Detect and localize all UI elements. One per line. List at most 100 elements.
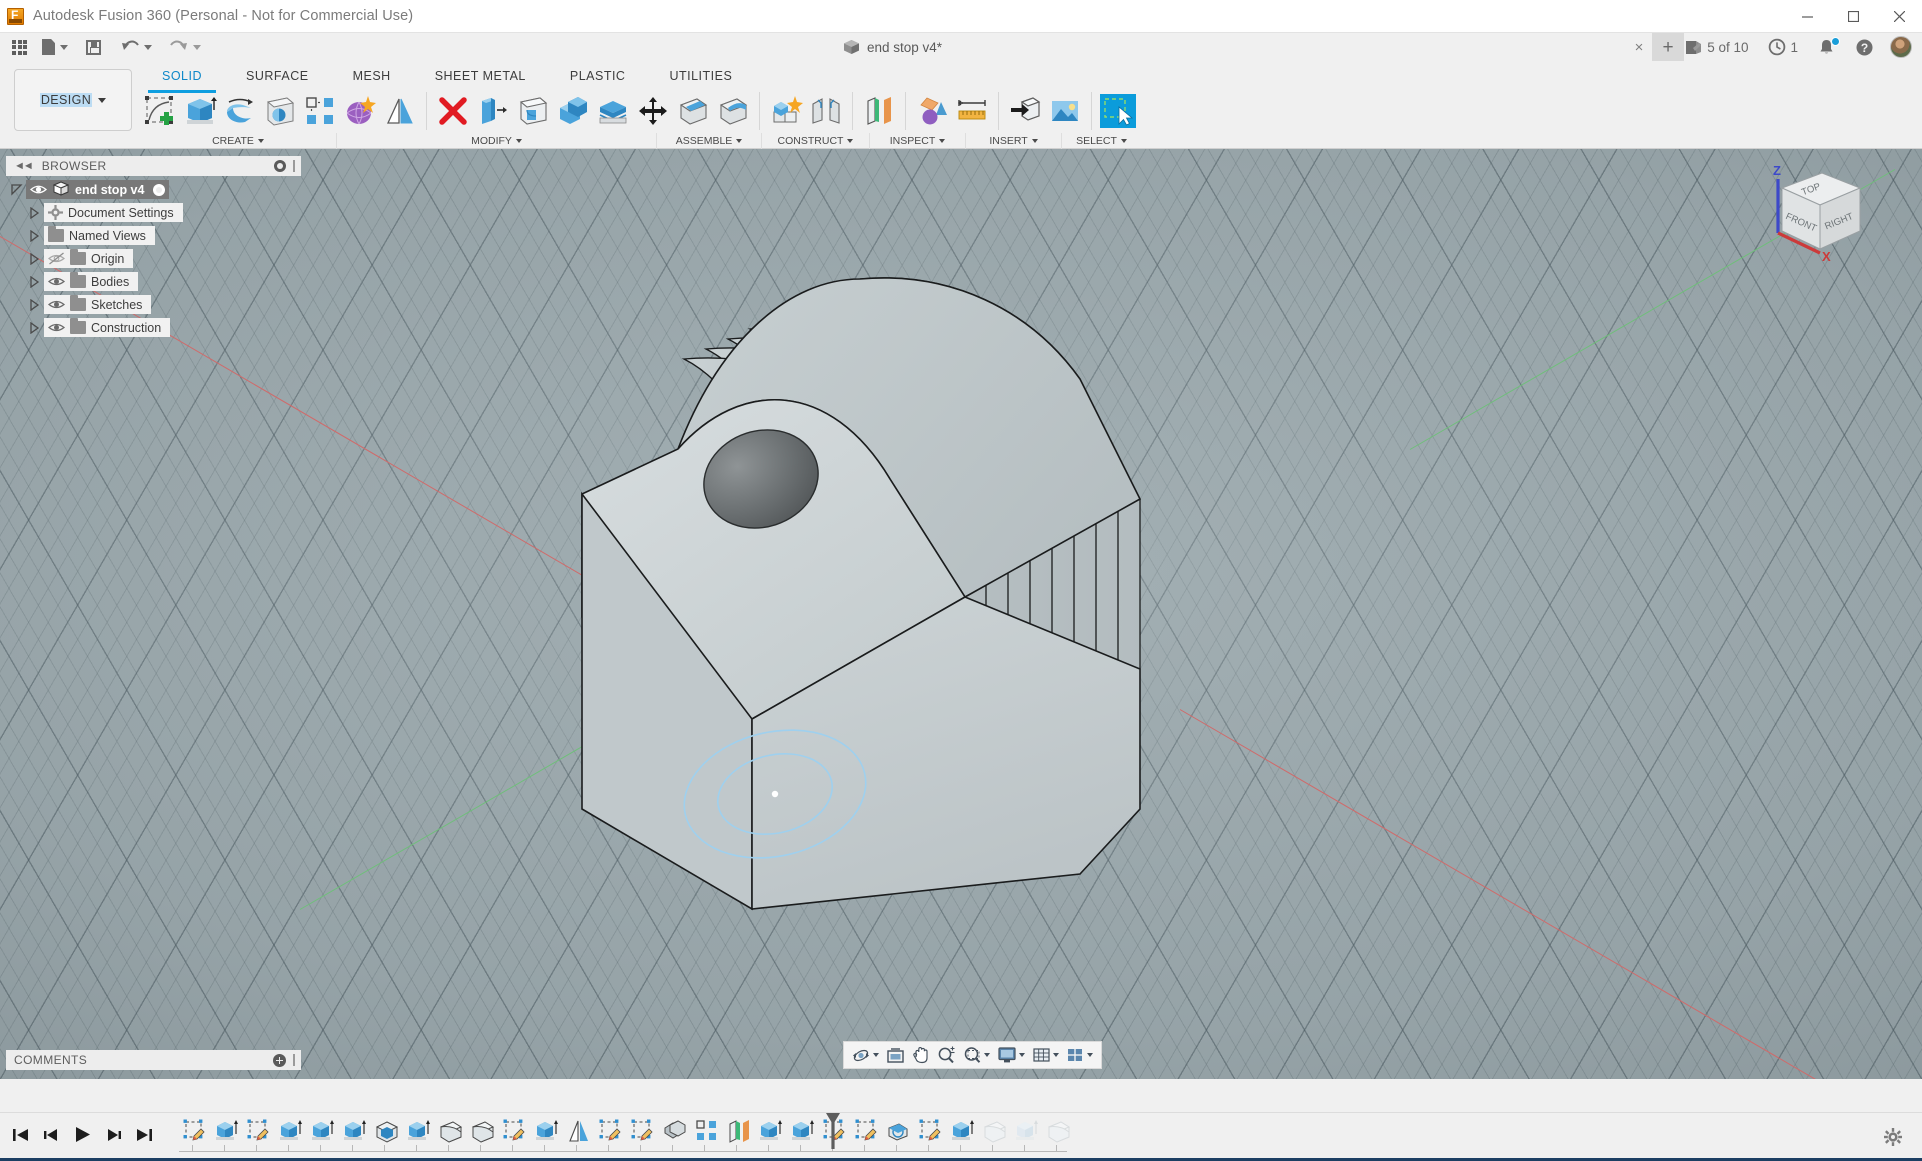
measure-icon[interactable] — [952, 89, 992, 133]
expander-collapsed-icon[interactable] — [24, 252, 44, 265]
collapse-left-icon[interactable]: ◄◄ — [14, 160, 34, 172]
timeline-feature-extrude[interactable] — [950, 1118, 976, 1144]
show-data-panel-icon[interactable] — [12, 39, 27, 55]
jobs-status-button[interactable]: 5 of 10 — [1674, 33, 1758, 61]
split-face-icon[interactable] — [673, 89, 713, 133]
browser-node-pill[interactable]: Sketches — [44, 295, 152, 314]
grid-snaps-button[interactable] — [1029, 1042, 1062, 1068]
browser-node-bodies[interactable]: Bodies — [6, 272, 301, 291]
tab-solid[interactable]: SOLID — [140, 65, 224, 87]
tab-surface[interactable]: SURFACE — [224, 65, 331, 87]
browser-node-pill[interactable]: end stop v4 — [26, 180, 170, 199]
look-at-button[interactable] — [883, 1042, 908, 1068]
user-avatar[interactable] — [1890, 36, 1912, 58]
split-body-icon[interactable] — [713, 89, 753, 133]
orbit-button[interactable] — [849, 1042, 882, 1068]
browser-node-pill[interactable]: Construction — [44, 318, 171, 337]
sweep-icon[interactable] — [260, 89, 300, 133]
timeline-feature-extrude[interactable] — [790, 1118, 816, 1144]
timeline-feature-extrude[interactable] — [406, 1118, 432, 1144]
section-analysis-icon[interactable] — [912, 89, 952, 133]
timeline-feature-extrude[interactable] — [534, 1118, 560, 1144]
expander-expanded-icon[interactable] — [6, 183, 26, 196]
delete-icon[interactable] — [433, 89, 473, 133]
browser-node-sketches[interactable]: Sketches — [6, 295, 301, 314]
timeline-feature-sketch[interactable] — [182, 1118, 208, 1144]
insert-canvas-icon[interactable] — [1045, 89, 1085, 133]
comments-panel-header[interactable]: COMMENTS — [6, 1050, 301, 1070]
browser-node-end-stop[interactable]: end stop v4 — [6, 180, 301, 199]
timeline-feature-sketch[interactable] — [630, 1118, 656, 1144]
play-icon[interactable] — [74, 1126, 91, 1148]
timeline-feature-sketch[interactable] — [598, 1118, 624, 1144]
group-label-select[interactable]: SELECT — [1061, 133, 1141, 149]
timeline-feature-sketch[interactable] — [246, 1118, 272, 1144]
timeline-feature-revolve[interactable] — [886, 1118, 912, 1144]
offset-face-icon[interactable] — [593, 89, 633, 133]
timeline-feature-extrude[interactable] — [758, 1118, 784, 1144]
timeline-feature-fillet[interactable] — [982, 1118, 1008, 1144]
maximize-button[interactable] — [1830, 0, 1876, 33]
redo-button[interactable] — [165, 33, 206, 61]
visibility-eye-icon[interactable] — [47, 275, 66, 288]
minimize-button[interactable] — [1784, 0, 1830, 33]
shell-icon[interactable] — [553, 89, 593, 133]
zoom-button[interactable] — [934, 1042, 959, 1068]
expander-collapsed-icon[interactable] — [24, 206, 44, 219]
timeline-feature-sketch[interactable] — [854, 1118, 880, 1144]
expander-collapsed-icon[interactable] — [24, 298, 44, 311]
timeline-feature-extrude[interactable] — [1014, 1118, 1040, 1144]
move-copy-icon[interactable] — [633, 89, 673, 133]
browser-node-pill[interactable]: Bodies — [44, 272, 139, 291]
visibility-eye-icon[interactable] — [47, 298, 66, 311]
panel-resize-grip[interactable] — [293, 160, 295, 172]
timeline-settings-gear-icon[interactable] — [1884, 1128, 1902, 1146]
browser-settings-icon[interactable] — [274, 160, 286, 172]
timeline-feature-sketch[interactable] — [918, 1118, 944, 1144]
group-label-create[interactable]: CREATE — [140, 133, 336, 149]
group-label-inspect[interactable]: INSPECT — [869, 133, 965, 149]
jump-to-beginning-icon[interactable] — [12, 1127, 29, 1148]
group-label-assemble[interactable]: ASSEMBLE — [656, 133, 761, 149]
timeline-feature-sketch[interactable] — [502, 1118, 528, 1144]
file-menu-button[interactable] — [37, 33, 73, 61]
timeline-feature-combine[interactable] — [662, 1118, 688, 1144]
close-document-tab-button[interactable]: × — [1626, 33, 1652, 61]
display-settings-button[interactable] — [994, 1042, 1028, 1068]
zoom-window-button[interactable] — [960, 1042, 993, 1068]
combine-icon[interactable] — [766, 89, 806, 133]
history-button[interactable]: 1 — [1758, 33, 1808, 61]
panel-resize-grip[interactable] — [293, 1054, 295, 1066]
timeline-playhead-marker[interactable] — [826, 1113, 840, 1154]
timeline-feature-extrude[interactable] — [278, 1118, 304, 1144]
visibility-eye-icon[interactable] — [47, 321, 66, 334]
timeline-feature-extrude[interactable] — [214, 1118, 240, 1144]
view-cube[interactable]: Z X TOP FRONT RIGHT — [1760, 161, 1870, 267]
tab-sheet-metal[interactable]: SHEET METAL — [413, 65, 548, 87]
browser-node-document-settings[interactable]: Document Settings — [6, 203, 301, 222]
timeline-feature-extrude[interactable] — [342, 1118, 368, 1144]
pan-button[interactable] — [909, 1042, 933, 1068]
create-sketch-icon[interactable] — [140, 89, 180, 133]
save-button[interactable] — [81, 33, 106, 61]
expander-collapsed-icon[interactable] — [24, 275, 44, 288]
browser-node-pill[interactable]: Named Views — [44, 226, 155, 245]
revolve-icon[interactable] — [220, 89, 260, 133]
timeline-feature-shell[interactable] — [374, 1118, 400, 1144]
add-comment-icon[interactable] — [273, 1053, 286, 1067]
step-forward-icon[interactable] — [105, 1127, 122, 1148]
workspace-switcher-button[interactable]: DESIGN — [14, 69, 132, 131]
help-button[interactable]: ? — [1845, 33, 1884, 61]
step-back-icon[interactable] — [43, 1127, 60, 1148]
extrude-icon[interactable] — [180, 89, 220, 133]
viewport-canvas[interactable]: Z X TOP FRONT RIGHT ◄◄ BROWSER end stop … — [0, 149, 1922, 1079]
expander-collapsed-icon[interactable] — [24, 321, 44, 334]
timeline-feature-plane[interactable] — [726, 1118, 752, 1144]
create-mesh-icon[interactable] — [380, 89, 420, 133]
3d-model-end-stop[interactable] — [560, 249, 1300, 939]
close-button[interactable] — [1876, 0, 1922, 33]
timeline-feature-fillet[interactable] — [438, 1118, 464, 1144]
browser-node-pill[interactable]: Document Settings — [44, 203, 183, 222]
group-label-insert[interactable]: INSERT — [965, 133, 1061, 149]
browser-node-origin[interactable]: Origin — [6, 249, 301, 268]
